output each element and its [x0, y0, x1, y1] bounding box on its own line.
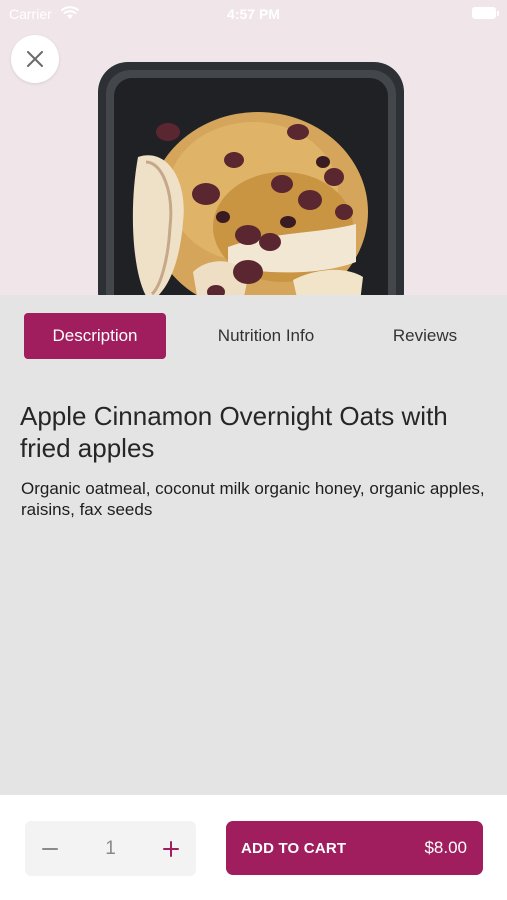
status-bar: Carrier 4:57 PM — [0, 0, 507, 28]
hero-section: Carrier 4:57 PM — [0, 0, 507, 295]
quantity-stepper: 1 — [25, 821, 196, 876]
status-time: 4:57 PM — [227, 6, 280, 22]
close-icon — [27, 51, 43, 67]
tab-reviews[interactable]: Reviews — [365, 313, 485, 359]
plus-icon — [163, 840, 179, 857]
quantity-value: 1 — [105, 837, 116, 859]
product-description: Organic oatmeal, coconut milk organic ho… — [21, 479, 485, 519]
increase-button[interactable] — [146, 821, 196, 876]
add-to-cart-button[interactable]: ADD TO CART $8.00 — [226, 821, 483, 875]
tab-bar: Description Nutrition Info Reviews — [0, 295, 507, 375]
minus-icon — [42, 847, 58, 850]
add-to-cart-label: ADD TO CART — [241, 839, 347, 857]
decrease-button[interactable] — [25, 821, 75, 876]
food-image — [98, 62, 404, 295]
tab-description[interactable]: Description — [24, 313, 166, 359]
battery-icon — [472, 7, 499, 19]
bottom-bar: 1 ADD TO CART $8.00 — [0, 795, 507, 900]
cart-price: $8.00 — [424, 838, 467, 857]
product-title: Apple Cinnamon Overnight Oats with fried… — [20, 401, 448, 463]
tab-nutrition-info[interactable]: Nutrition Info — [196, 313, 336, 359]
close-button[interactable] — [11, 35, 59, 83]
